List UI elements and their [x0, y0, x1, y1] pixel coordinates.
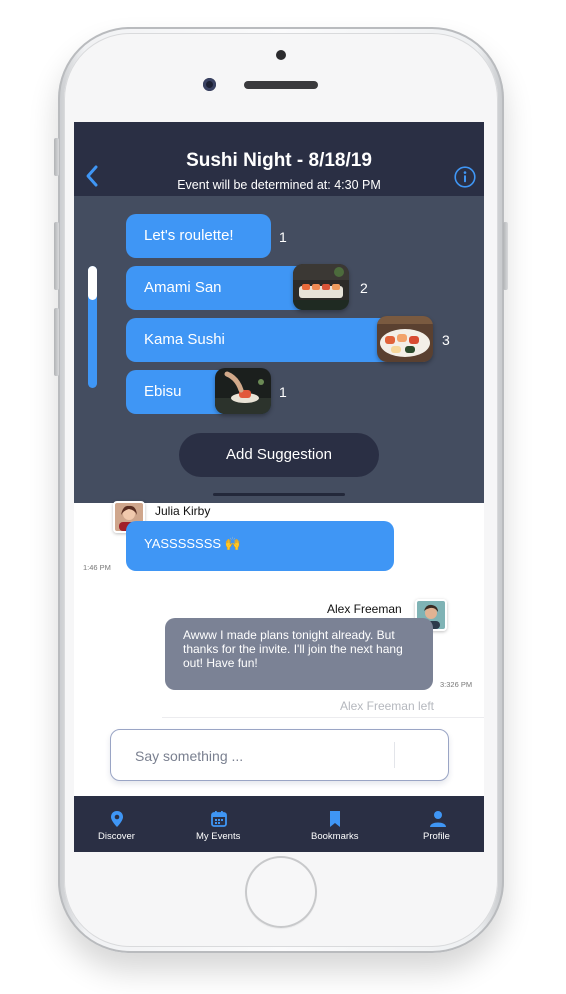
- poll-option-label: Kama Sushi: [144, 331, 225, 348]
- tab-label: Profile: [423, 831, 450, 842]
- poll-option-kama-sushi[interactable]: Kama Sushi: [126, 316, 433, 362]
- front-camera-icon: [203, 78, 216, 91]
- vote-count: 1: [279, 229, 287, 245]
- sender-name: Alex Freeman: [327, 602, 402, 616]
- incoming-message[interactable]: YASSSSSSS 🙌: [126, 521, 394, 571]
- vote-count: 3: [442, 332, 450, 348]
- system-message: Alex Freeman left: [339, 699, 434, 713]
- tab-label: Discover: [98, 831, 135, 842]
- message-timestamp: 3:326 PM: [440, 680, 473, 689]
- volume-up-button: [54, 222, 59, 290]
- poll-option-amami-san[interactable]: Amami San: [126, 264, 349, 310]
- calendar-icon: [211, 811, 227, 827]
- vote-count: 1: [279, 384, 287, 400]
- bookmark-icon: [330, 811, 340, 827]
- poll-option-label: Let's roulette!: [144, 227, 234, 244]
- tab-discover[interactable]: Discover: [88, 796, 146, 852]
- event-deadline: Event will be determined at: 4:30 PM: [177, 178, 381, 192]
- tab-my-events[interactable]: My Events: [190, 796, 250, 852]
- restaurant-photo: [293, 264, 349, 310]
- add-suggestion-button[interactable]: Add Suggestion: [179, 433, 379, 477]
- message-text: Awww I made plans tonight already. But t…: [183, 628, 403, 670]
- app-screen: Sushi Night - 8/18/19 Event will be dete…: [74, 122, 484, 852]
- tab-label: Bookmarks: [311, 831, 359, 842]
- restaurant-photo: [215, 368, 271, 414]
- divider: [162, 717, 484, 718]
- message-input[interactable]: [133, 743, 387, 769]
- proximity-sensor: [276, 50, 286, 60]
- sender-name: Julia Kirby: [155, 504, 211, 518]
- restaurant-photo: [377, 316, 433, 362]
- earpiece-speaker: [244, 81, 318, 89]
- info-button[interactable]: [454, 166, 476, 188]
- mute-switch: [54, 138, 59, 176]
- message-text: YASSSSSSS 🙌: [144, 536, 241, 551]
- suggestion-poll: Let's roulette! 1 Amami San 2 Kama Sushi…: [74, 196, 484, 503]
- message-composer[interactable]: [110, 729, 449, 781]
- info-icon: [454, 166, 476, 188]
- vote-count: 2: [360, 280, 368, 296]
- tab-bookmarks[interactable]: Bookmarks: [304, 796, 368, 852]
- poll-scrollbar-thumb[interactable]: [88, 266, 97, 300]
- person-icon: [430, 811, 446, 827]
- home-button[interactable]: [245, 856, 317, 928]
- tab-label: My Events: [196, 831, 241, 842]
- poll-option-label: Ebisu: [144, 383, 182, 400]
- panel-drag-handle[interactable]: [213, 493, 345, 496]
- poll-option-lets-roulette[interactable]: Let's roulette!: [126, 214, 271, 258]
- volume-down-button: [54, 308, 59, 376]
- message-timestamp: 1:46 PM: [83, 563, 111, 572]
- tab-bar: Discover My Events Bookmarks Profile: [74, 796, 484, 852]
- poll-option-label: Amami San: [144, 279, 222, 296]
- composer-divider: [394, 742, 395, 768]
- location-pin-icon: [111, 811, 123, 827]
- poll-option-ebisu[interactable]: Ebisu: [126, 368, 271, 414]
- event-title: Sushi Night - 8/18/19: [186, 150, 372, 171]
- event-header: Sushi Night - 8/18/19 Event will be dete…: [74, 122, 484, 196]
- tab-profile[interactable]: Profile: [416, 796, 460, 852]
- power-button: [503, 222, 508, 290]
- outgoing-message[interactable]: Awww I made plans tonight already. But t…: [165, 618, 433, 690]
